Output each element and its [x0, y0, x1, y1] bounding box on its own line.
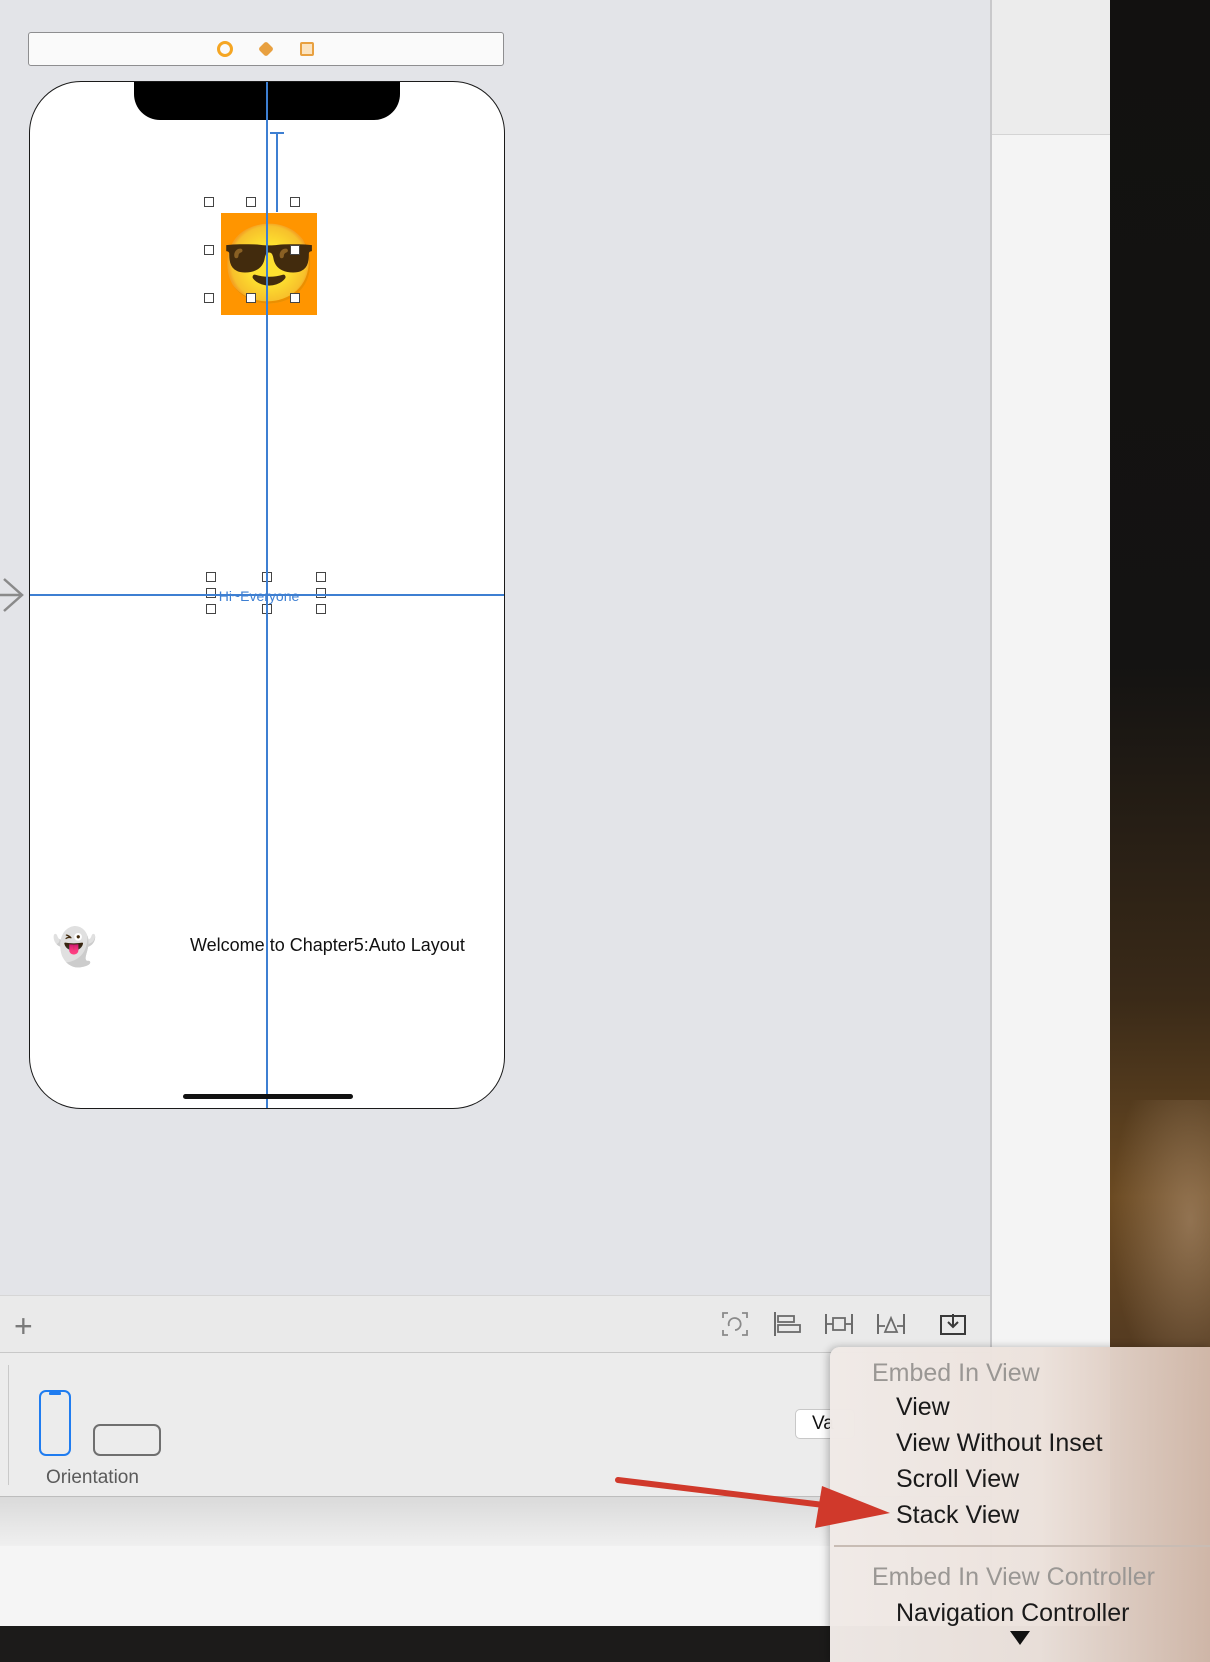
portrait-notch-icon — [49, 1392, 61, 1395]
inspector-header — [992, 0, 1110, 135]
resize-handle[interactable] — [246, 293, 256, 303]
resize-handle[interactable] — [290, 293, 300, 303]
add-button[interactable]: + — [14, 1310, 33, 1342]
resize-handle[interactable] — [204, 197, 214, 207]
top-constraint-line[interactable] — [276, 132, 278, 212]
first-responder-icon[interactable] — [258, 41, 274, 57]
menu-header-embed-in-view-controller: Embed In View Controller — [872, 1563, 1156, 1591]
resize-handle[interactable] — [290, 197, 300, 207]
resize-handle[interactable] — [316, 572, 326, 582]
embed-in-icon[interactable] — [938, 1310, 968, 1338]
align-icon[interactable] — [772, 1310, 802, 1338]
menu-item-scroll-view[interactable]: Scroll View — [896, 1465, 1019, 1494]
view-controller-icon[interactable] — [217, 41, 233, 57]
menu-separator — [834, 1545, 1210, 1547]
menu-header-embed-in-view: Embed In View — [872, 1359, 1040, 1387]
menu-item-view-without-inset[interactable]: View Without Inset — [896, 1429, 1103, 1458]
resize-handle[interactable] — [204, 293, 214, 303]
top-constraint-cap — [270, 132, 284, 134]
resize-handle[interactable] — [290, 245, 300, 255]
horizontal-center-guide — [30, 594, 504, 596]
resize-handle[interactable] — [204, 245, 214, 255]
resize-handle[interactable] — [316, 604, 326, 614]
resize-handle[interactable] — [246, 197, 256, 207]
orientation-label: Orientation — [46, 1467, 139, 1488]
sunglasses-emoji-icon: 😎 — [220, 220, 318, 308]
resize-handle[interactable] — [206, 572, 216, 582]
menu-scroll-down-icon[interactable] — [1010, 1631, 1030, 1645]
emoji-image-view[interactable]: 😎 — [220, 213, 318, 315]
exit-icon[interactable] — [300, 42, 314, 56]
storyboard-entry-arrow-icon[interactable] — [0, 575, 28, 615]
welcome-label[interactable]: Welcome to Chapter5:Auto Layout — [190, 935, 465, 956]
home-indicator — [183, 1094, 353, 1099]
portrait-orientation-icon[interactable] — [39, 1390, 71, 1456]
landscape-orientation-icon[interactable] — [93, 1424, 161, 1456]
menu-item-view[interactable]: View — [896, 1393, 950, 1422]
scene-dock — [28, 32, 504, 66]
add-constraints-icon[interactable] — [824, 1310, 854, 1338]
iphone-scene[interactable]: 😎 Hi~Everyone 👻 Welcome to Chapter5:Auto… — [29, 81, 505, 1109]
ghost-emoji-icon[interactable]: 👻 — [52, 929, 97, 965]
menu-item-navigation-controller[interactable]: Navigation Controller — [896, 1599, 1129, 1628]
resize-handle[interactable] — [206, 588, 216, 598]
resolve-autolayout-icon[interactable] — [876, 1310, 906, 1338]
menu-item-stack-view[interactable]: Stack View — [896, 1501, 1019, 1530]
greeting-label[interactable]: Hi~Everyone — [208, 586, 310, 606]
config-divider — [8, 1365, 9, 1485]
update-frames-icon[interactable] — [720, 1310, 750, 1338]
vertical-center-guide — [266, 82, 268, 1108]
resize-handle[interactable] — [206, 604, 216, 614]
canvas-bottom-toolbar — [0, 1295, 990, 1353]
red-annotation-arrow-icon — [615, 1477, 890, 1528]
resize-handle[interactable] — [316, 588, 326, 598]
